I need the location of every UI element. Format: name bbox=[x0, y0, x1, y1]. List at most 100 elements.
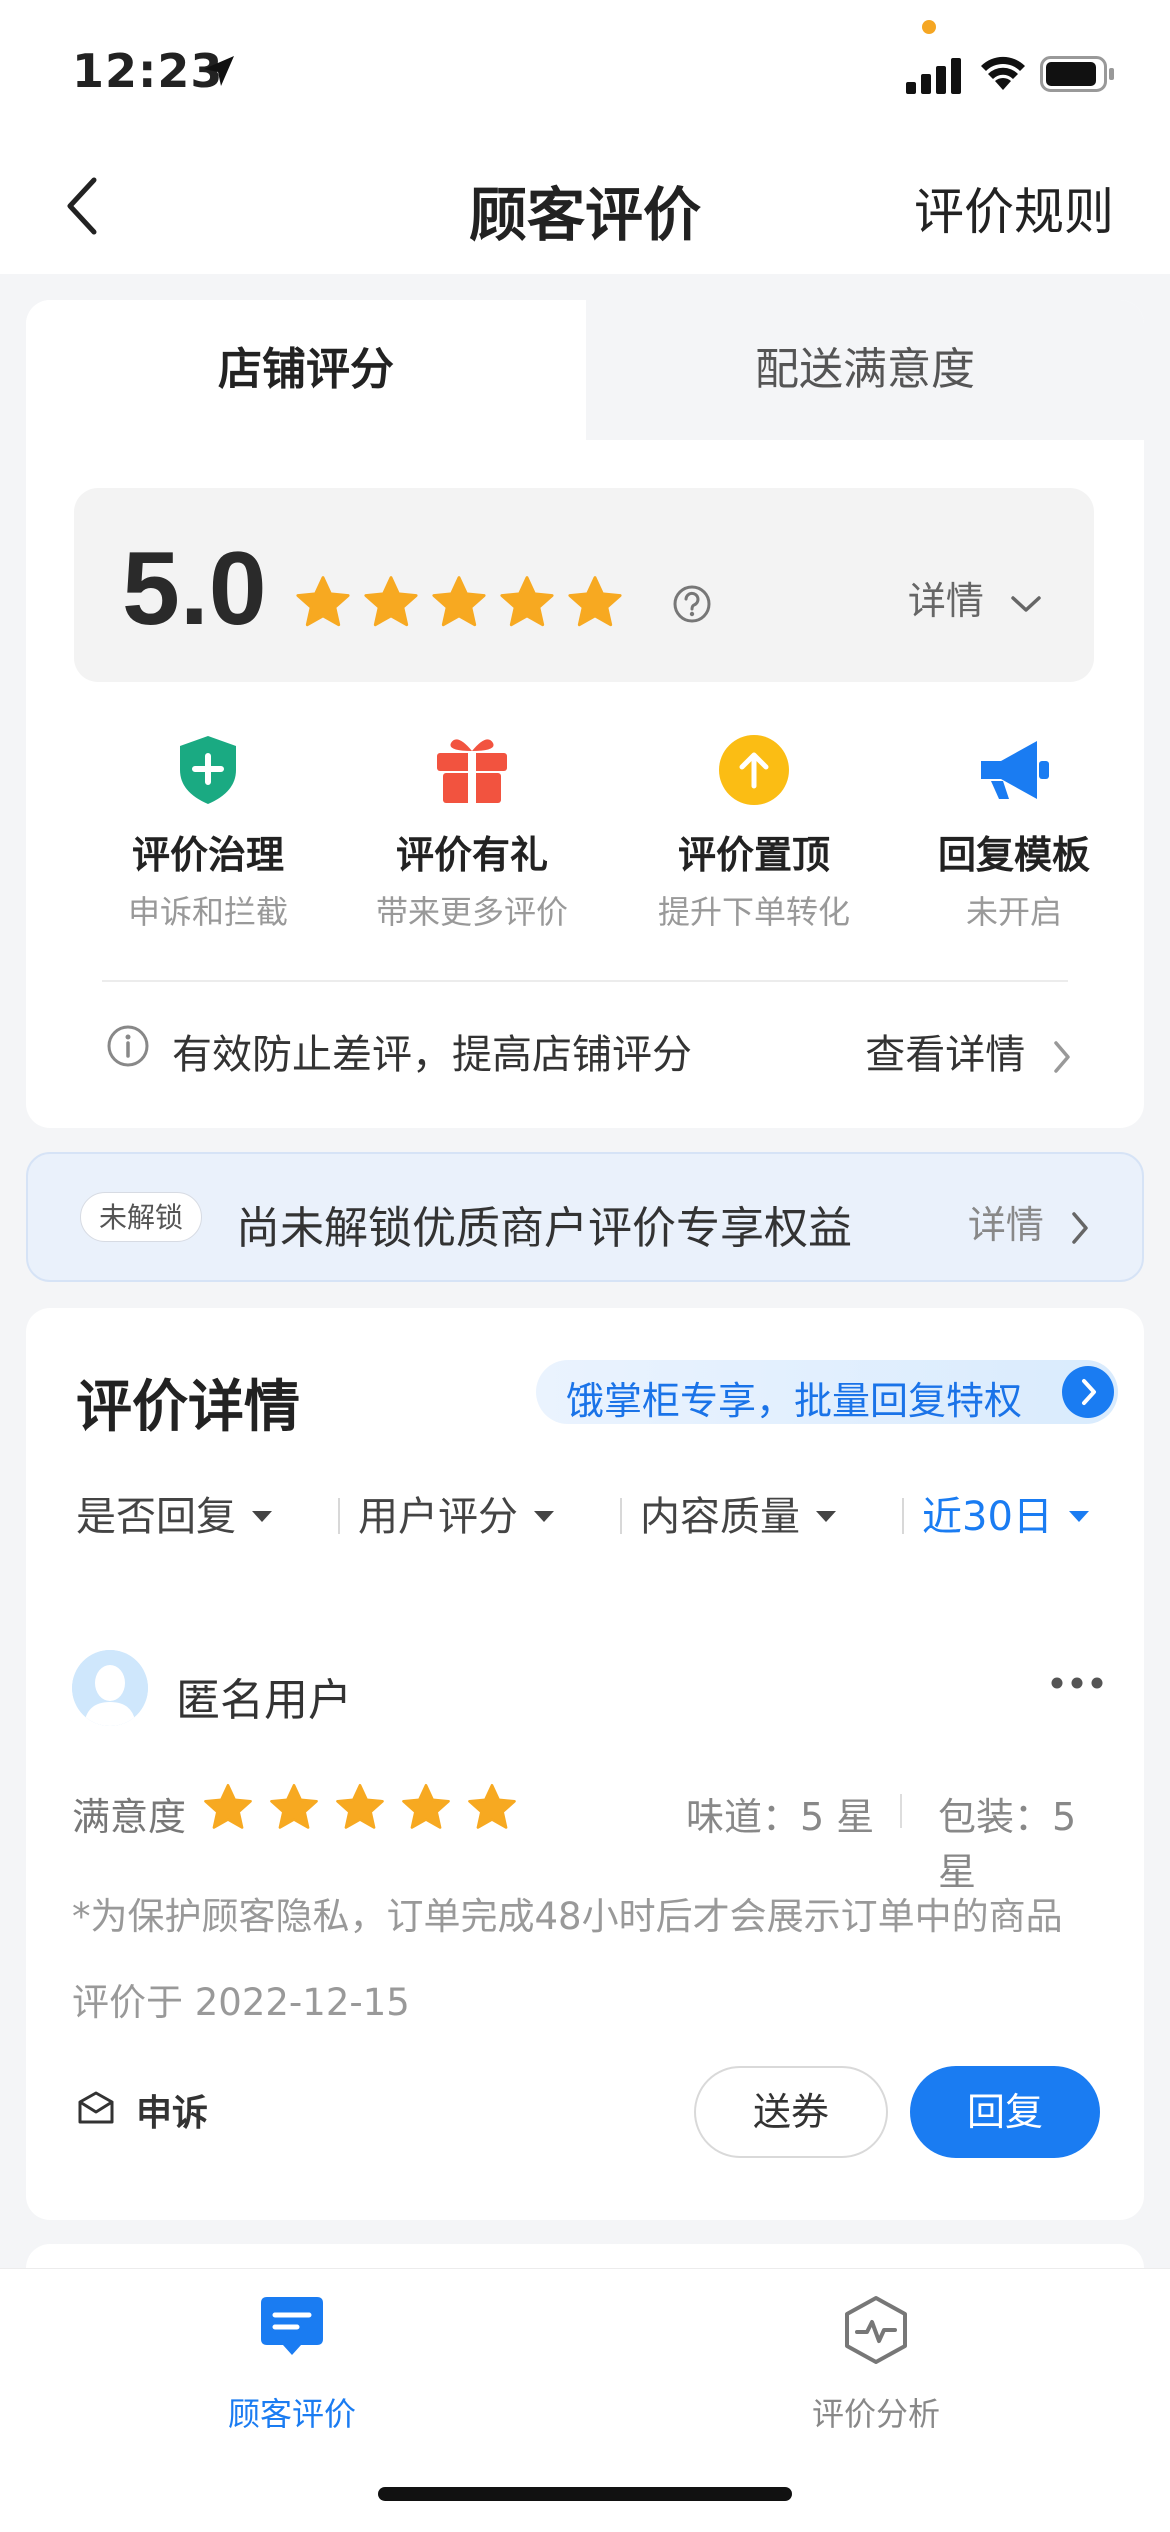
reply-button[interactable]: 回复 bbox=[910, 2066, 1100, 2158]
promo-text: 饿掌柜专享，批量回复特权 bbox=[566, 1379, 1023, 1423]
info-circle-icon bbox=[107, 1025, 149, 1067]
review-rating-row: 满意度 味道：5 星 包装：5 星 bbox=[72, 1776, 1120, 1894]
filter-label: 内容质量 bbox=[640, 1494, 800, 1540]
battery-icon bbox=[1040, 56, 1114, 92]
tip-row[interactable]: 有效防止差评，提高店铺评分 查看详情 bbox=[106, 1012, 1086, 1082]
star-icon bbox=[568, 576, 622, 627]
taste-rating: 味道：5 星 bbox=[686, 1795, 875, 1839]
help-circle-icon[interactable] bbox=[672, 584, 712, 624]
satisfaction-label: 满意度 bbox=[72, 1795, 187, 1839]
feature-sub: 未开启 bbox=[965, 893, 1062, 931]
tab-label: 顾客评价 bbox=[227, 2395, 356, 2433]
analysis-hexagon-icon bbox=[845, 2296, 907, 2364]
filter-label: 是否回复 bbox=[76, 1494, 236, 1540]
status-time: 12:23 bbox=[72, 44, 224, 98]
filter-date-range[interactable]: 近30日 bbox=[922, 1484, 1089, 1542]
store-score-card: 店铺评分 配送满意度 5.0 详情 评价治理 申诉和拦截 评价有礼 带来更多评价… bbox=[26, 300, 1144, 1128]
wifi-icon bbox=[981, 56, 1025, 90]
reviewer-name: 匿名用户 bbox=[176, 1675, 352, 1726]
filter-user-rating[interactable]: 用户评分 bbox=[358, 1484, 554, 1542]
feature-reply-template[interactable]: 回复模板 未开启 bbox=[884, 730, 1144, 933]
feature-review-governance[interactable]: 评价治理 申诉和拦截 bbox=[78, 730, 338, 933]
star-icon bbox=[500, 576, 554, 627]
star-icon bbox=[364, 576, 418, 627]
star-icon bbox=[336, 1783, 384, 1829]
review-user-row: 匿名用户 bbox=[72, 1650, 1112, 1730]
send-coupon-button[interactable]: 送券 bbox=[694, 2066, 888, 2158]
view-details-link[interactable]: 查看详情 bbox=[865, 1022, 1072, 1080]
location-arrow-icon bbox=[204, 56, 234, 86]
privacy-indicator-dot bbox=[922, 20, 936, 34]
locked-badge: 未解锁 bbox=[80, 1192, 203, 1242]
feature-sub: 提升下单转化 bbox=[657, 893, 850, 931]
megaphone-icon bbox=[981, 741, 1049, 799]
review-rules-link[interactable]: 评价规则 bbox=[914, 172, 1114, 244]
review-stars bbox=[202, 1782, 518, 1834]
caret-down-icon bbox=[816, 1510, 836, 1522]
filter-reply-status[interactable]: 是否回复 bbox=[76, 1484, 272, 1542]
divider bbox=[102, 980, 1068, 982]
chat-bubble-icon bbox=[261, 2297, 323, 2355]
star-icon bbox=[468, 1783, 516, 1829]
feature-review-gift[interactable]: 评价有礼 带来更多评价 bbox=[342, 730, 602, 933]
status-bar: 12:23 bbox=[0, 0, 1170, 140]
filter-separator bbox=[620, 1498, 622, 1534]
avatar bbox=[72, 1650, 148, 1726]
feature-sub: 带来更多评价 bbox=[375, 893, 568, 931]
star-icon bbox=[296, 576, 350, 627]
privacy-note: *为保护顾客隐私，订单完成48小时后才会展示订单中的商品 bbox=[72, 1895, 1063, 1938]
promo-arrow-button bbox=[1062, 1366, 1114, 1418]
chevron-right-icon bbox=[1082, 1379, 1096, 1405]
star-icon bbox=[402, 1783, 450, 1829]
rating-summary: 5.0 详情 bbox=[74, 488, 1094, 682]
section-title: 评价详情 bbox=[76, 1375, 300, 1440]
review-date: 评价于 2022-12-15 bbox=[72, 1981, 410, 2024]
shield-plus-icon bbox=[180, 736, 236, 804]
star-icon bbox=[270, 1783, 318, 1829]
unlock-benefits-banner[interactable]: 未解锁 尚未解锁优质商户评价专享权益 详情 bbox=[26, 1152, 1144, 1282]
unlock-detail-label: 详情 bbox=[967, 1203, 1044, 1247]
batch-reply-promo[interactable]: 饿掌柜专享，批量回复特权 bbox=[536, 1360, 1118, 1424]
arrow-up-circle-icon bbox=[719, 735, 789, 805]
score-detail-label: 详情 bbox=[907, 579, 984, 623]
feature-name: 评价治理 bbox=[131, 833, 284, 877]
tab-store-score[interactable]: 店铺评分 bbox=[26, 300, 586, 440]
packaging-rating: 包装：5 星 bbox=[938, 1795, 1077, 1894]
home-indicator bbox=[378, 2487, 792, 2501]
feature-grid: 评价治理 申诉和拦截 评价有礼 带来更多评价 评价置顶 提升下单转化 回复模板 … bbox=[26, 730, 1144, 931]
filter-content-quality[interactable]: 内容质量 bbox=[640, 1484, 836, 1542]
feature-name: 回复模板 bbox=[937, 833, 1090, 877]
tip-text: 有效防止差评，提高店铺评分 bbox=[172, 1032, 692, 1078]
tab-label: 评价分析 bbox=[811, 2395, 940, 2433]
caret-down-icon bbox=[534, 1510, 554, 1522]
feature-sub: 申诉和拦截 bbox=[127, 893, 288, 931]
store-score-stars bbox=[294, 574, 624, 632]
filter-label: 用户评分 bbox=[358, 1494, 518, 1540]
envelope-icon bbox=[78, 2091, 114, 2124]
appeal-label: 申诉 bbox=[136, 2093, 209, 2134]
review-details-card: 评价详情 饿掌柜专享，批量回复特权 是否回复 用户评分 内容质量 近30日 匿名… bbox=[26, 1308, 1144, 2220]
tab-delivery-satisfaction[interactable]: 配送满意度 bbox=[586, 300, 1144, 440]
filter-label: 近30日 bbox=[922, 1494, 1053, 1540]
unlock-banner-text: 尚未解锁优质商户评价专享权益 bbox=[236, 1203, 852, 1254]
view-details-label: 查看详情 bbox=[865, 1032, 1026, 1078]
more-options-icon[interactable] bbox=[1050, 1676, 1104, 1690]
feature-review-pin-top[interactable]: 评价置顶 提升下单转化 bbox=[624, 730, 884, 933]
chevron-right-icon bbox=[1054, 1041, 1070, 1073]
filter-separator bbox=[902, 1498, 904, 1534]
chevron-right-icon bbox=[1072, 1211, 1088, 1244]
filter-bar: 是否回复 用户评分 内容质量 近30日 bbox=[76, 1484, 1116, 1544]
gift-icon bbox=[437, 739, 507, 803]
cellular-signal-icon bbox=[906, 58, 961, 94]
caret-down-icon bbox=[252, 1510, 272, 1522]
feature-name: 评价置顶 bbox=[677, 833, 830, 877]
star-icon bbox=[204, 1783, 252, 1829]
unlock-detail-link[interactable]: 详情 bbox=[968, 1194, 1090, 1249]
feature-name: 评价有礼 bbox=[395, 833, 548, 877]
star-icon bbox=[432, 576, 486, 627]
rating-separator bbox=[900, 1794, 902, 1828]
score-tabs: 店铺评分 配送满意度 bbox=[26, 300, 1144, 440]
navigation-bar: 顾客评价 评价规则 bbox=[0, 140, 1170, 274]
score-detail-toggle[interactable]: 详情 bbox=[908, 570, 1042, 625]
caret-down-icon bbox=[1068, 1510, 1089, 1522]
